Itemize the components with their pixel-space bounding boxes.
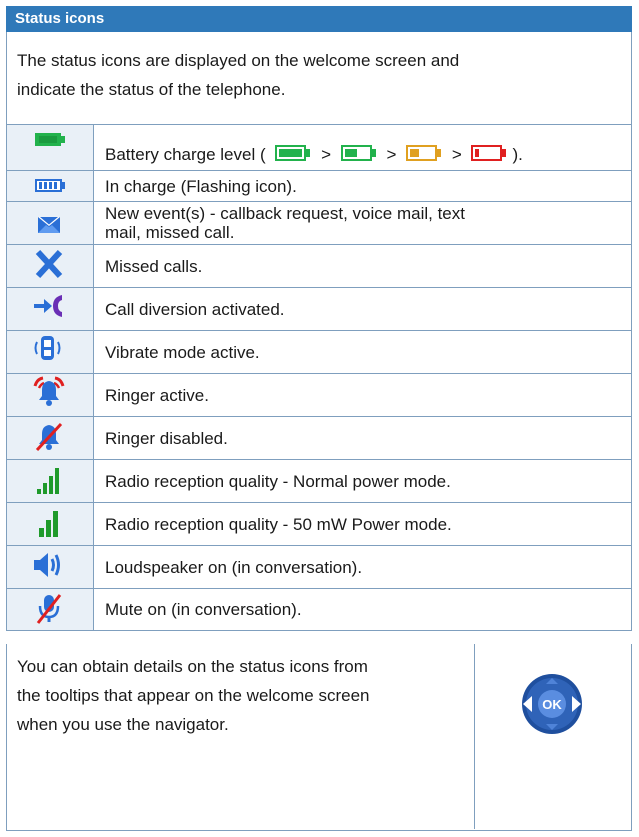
row-description: Radio reception quality - 50 mW Power mo… — [105, 514, 452, 534]
text-cell: Mute on (in conversation). — [105, 589, 625, 630]
table-row-mute: Mute on (in conversation). — [6, 589, 632, 631]
note-line-1: You can obtain details on the status ico… — [17, 657, 368, 676]
row-description: New event(s) - callback request, voice m… — [105, 204, 465, 242]
note-line-2: the tooltips that appear on the welcome … — [17, 686, 370, 705]
call-diversion-icon — [34, 295, 62, 317]
navigator-note: You can obtain details on the status ico… — [6, 644, 632, 831]
battery-low-icon — [406, 145, 442, 161]
loudspeaker-icon — [34, 553, 60, 577]
signal-50mw-icon — [39, 511, 58, 537]
table-row-ringer-active: Ringer active. — [6, 374, 632, 417]
envelope-icon — [38, 217, 60, 233]
text-cell: Ringer disabled. — [105, 417, 625, 459]
icon-cell — [7, 374, 94, 416]
icon-cell — [7, 171, 94, 201]
navigator-note-text: You can obtain details on the status ico… — [17, 652, 447, 739]
table-row-call-diversion: Call diversion activated. — [6, 288, 632, 331]
text-cell: Radio reception quality - 50 mW Power mo… — [105, 503, 625, 545]
table-row-vibrate: Vibrate mode active. — [6, 331, 632, 374]
ringer-disabled-icon — [35, 422, 63, 452]
table-row-loudspeaker: Loudspeaker on (in conversation). — [6, 546, 632, 589]
icon-cell — [7, 288, 94, 330]
status-icons-table: Battery charge level ( > > > ). In charg… — [6, 124, 632, 644]
intro-line-2: indicate the status of the telephone. — [17, 80, 286, 99]
table-row-missed-calls: Missed calls. — [6, 245, 632, 288]
signal-normal-icon — [37, 468, 59, 494]
battery-full-icon — [35, 133, 65, 146]
missed-call-x-icon — [35, 249, 63, 279]
navigator-ok-icon: OK — [522, 674, 582, 734]
intro-line-1: The status icons are displayed on the we… — [17, 51, 460, 70]
table-row-ringer-disabled: Ringer disabled. — [6, 417, 632, 460]
text-cell: Vibrate mode active. — [105, 331, 625, 373]
text-cell: Radio reception quality - Normal power m… — [105, 460, 625, 502]
battery-medium-icon — [340, 145, 376, 161]
navigator-cell: OK — [474, 644, 633, 829]
row-description: In charge (Flashing icon). — [105, 176, 297, 196]
icon-cell — [7, 245, 94, 287]
row-description: Radio reception quality - Normal power m… — [105, 471, 451, 491]
row-description: Ringer disabled. — [105, 428, 228, 448]
row-description: Loudspeaker on (in conversation). — [105, 557, 363, 577]
text-cell: In charge (Flashing icon). — [105, 171, 625, 201]
text-cell: Ringer active. — [105, 374, 625, 416]
icon-cell — [7, 125, 94, 170]
text-cell: Call diversion activated. — [105, 288, 625, 330]
table-row-signal-50mw: Radio reception quality - 50 mW Power mo… — [6, 503, 632, 546]
icon-cell — [7, 417, 94, 459]
intro-paragraph: The status icons are displayed on the we… — [6, 32, 632, 124]
table-row-signal-normal: Radio reception quality - Normal power m… — [6, 460, 632, 503]
table-row-battery: Battery charge level ( > > > ). — [6, 124, 632, 171]
battery-empty-icon — [471, 145, 507, 161]
icon-cell — [7, 589, 94, 630]
row-description: Missed calls. — [105, 256, 203, 276]
mute-icon — [36, 594, 62, 624]
table-row-charging: In charge (Flashing icon). — [6, 171, 632, 202]
text-cell: Missed calls. — [105, 245, 625, 287]
ringer-active-icon — [33, 376, 65, 406]
icon-cell — [7, 202, 94, 244]
battery-charging-icon — [35, 179, 65, 192]
note-line-3: when you use the navigator. — [17, 715, 229, 734]
table-row-new-events: New event(s) - callback request, voice m… — [6, 202, 632, 245]
text-cell: New event(s) - callback request, voice m… — [105, 202, 625, 244]
row-description: Ringer active. — [105, 385, 209, 405]
text-cell: Battery charge level ( > > > ). — [105, 125, 625, 170]
page-frame: Status icons The status icons are displa… — [6, 6, 632, 831]
ok-label: OK — [542, 697, 562, 712]
battery-full-icon — [275, 145, 311, 161]
icon-cell — [7, 460, 94, 502]
icon-cell — [7, 331, 94, 373]
text-cell: Loudspeaker on (in conversation). — [105, 546, 625, 588]
row-description: Call diversion activated. — [105, 299, 285, 319]
row-description: Vibrate mode active. — [105, 342, 260, 362]
icon-cell — [7, 546, 94, 588]
icon-cell — [7, 503, 94, 545]
row-description: Mute on (in conversation). — [105, 600, 302, 619]
vibrate-icon — [34, 336, 61, 360]
section-header: Status icons — [6, 6, 632, 32]
battery-description: Battery charge level ( > > > ). — [105, 145, 523, 164]
